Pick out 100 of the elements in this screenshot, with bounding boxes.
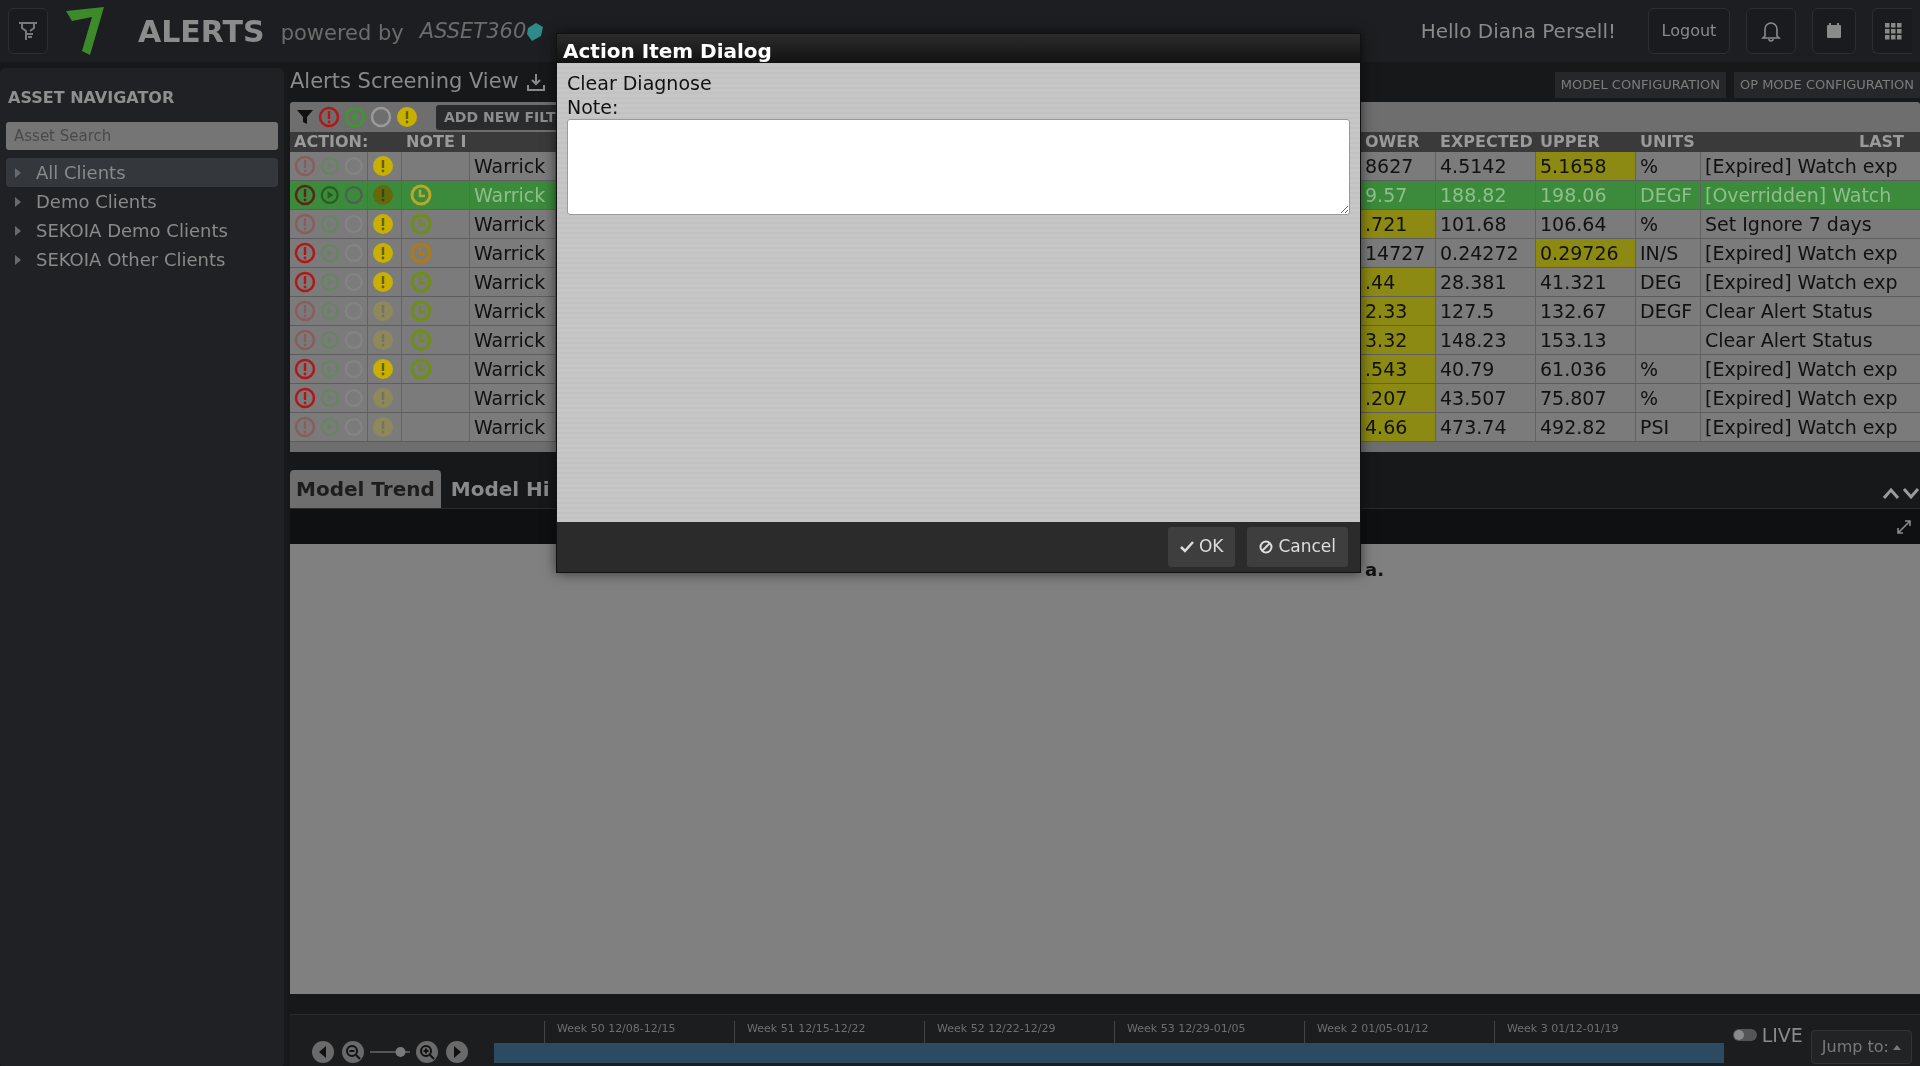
caret-icon bbox=[14, 253, 22, 266]
tree-item[interactable]: SEKOIA Other Clients bbox=[6, 245, 278, 274]
jump-to-dropdown[interactable]: Jump to: bbox=[1810, 1030, 1912, 1064]
play-icon[interactable] bbox=[344, 106, 366, 128]
table-cell: [Expired] Watch exp bbox=[1701, 413, 1920, 441]
table-cell: 153.13 bbox=[1536, 326, 1636, 354]
menu-button[interactable] bbox=[8, 8, 48, 54]
brand-logo-icon bbox=[526, 22, 545, 42]
download-icon[interactable] bbox=[526, 73, 545, 91]
zoom-out-icon bbox=[341, 1039, 365, 1064]
table-cell: Warrick bbox=[470, 355, 556, 383]
live-toggle[interactable] bbox=[1731, 1028, 1758, 1043]
table-cell: 0.24272 bbox=[1436, 239, 1536, 267]
table-cell: 5.1658 bbox=[1536, 152, 1636, 180]
table-cell: [Expired] Watch exp bbox=[1701, 355, 1920, 383]
warning-icon[interactable] bbox=[372, 387, 394, 409]
table-cell: DEGF bbox=[1636, 297, 1701, 325]
zoom-slider[interactable] bbox=[370, 1045, 410, 1058]
table-cell: .721 bbox=[1361, 210, 1436, 238]
table-cell: Warrick bbox=[470, 210, 556, 238]
table-cell: 41.321 bbox=[1536, 268, 1636, 296]
table-cell: Warrick bbox=[470, 181, 556, 209]
cancel-button[interactable]: Cancel bbox=[1247, 527, 1348, 567]
tree-item[interactable]: Demo Clients bbox=[6, 187, 278, 216]
table-cell: 61.036 bbox=[1536, 355, 1636, 383]
alert-icon[interactable] bbox=[294, 358, 316, 380]
timeline-bar[interactable] bbox=[494, 1043, 1724, 1063]
logout-button[interactable]: Logout bbox=[1648, 8, 1730, 54]
notifications-button[interactable] bbox=[1746, 8, 1796, 54]
table-cell: 188.82 bbox=[1436, 181, 1536, 209]
sidebar-title: ASSET NAVIGATOR bbox=[8, 87, 176, 109]
logo-icon bbox=[64, 5, 106, 57]
play-icon[interactable] bbox=[320, 184, 340, 206]
warning-icon[interactable] bbox=[372, 271, 394, 293]
note-field[interactable] bbox=[567, 119, 1350, 215]
warning-icon[interactable] bbox=[372, 242, 394, 264]
warning-icon[interactable] bbox=[372, 358, 394, 380]
circle-icon[interactable] bbox=[370, 106, 392, 128]
table-cell: DEGF bbox=[1636, 181, 1701, 209]
table-cell: 101.68 bbox=[1436, 210, 1536, 238]
apps-button[interactable] bbox=[1872, 8, 1912, 54]
table-cell: 473.74 bbox=[1436, 413, 1536, 441]
dialog-title: Action Item Dialog bbox=[557, 34, 1360, 63]
next-button[interactable] bbox=[444, 1038, 470, 1065]
alert-icon[interactable] bbox=[294, 387, 316, 409]
alert-icon[interactable] bbox=[294, 242, 316, 264]
table-cell: Clear Alert Status bbox=[1701, 297, 1920, 325]
collapse-expand-icon[interactable] bbox=[1882, 486, 1920, 500]
table-cell: % bbox=[1636, 152, 1701, 180]
warning-icon[interactable] bbox=[372, 155, 394, 177]
bell-icon bbox=[1761, 20, 1781, 42]
column-header: ACTION: bbox=[293, 132, 368, 152]
zoom-out-button[interactable] bbox=[340, 1038, 366, 1065]
previous-button[interactable] bbox=[310, 1038, 336, 1065]
greeting: Hello Diana Persell! bbox=[1420, 18, 1616, 45]
filter-icon[interactable] bbox=[296, 108, 314, 126]
table-cell: Warrick bbox=[470, 268, 556, 296]
table-cell: 127.5 bbox=[1436, 297, 1536, 325]
grid-icon bbox=[1883, 22, 1902, 40]
table-cell: 75.807 bbox=[1536, 384, 1636, 412]
warning-filter-icon[interactable] bbox=[396, 106, 418, 128]
alert-icon[interactable] bbox=[294, 184, 316, 206]
table-cell: Warrick bbox=[470, 297, 556, 325]
alert-icon[interactable] bbox=[294, 271, 316, 293]
zoom-in-icon bbox=[415, 1039, 439, 1064]
warning-icon[interactable] bbox=[372, 184, 394, 206]
tree-item[interactable]: SEKOIA Demo Clients bbox=[6, 216, 278, 245]
tab[interactable]: Model Hi bbox=[444, 470, 556, 508]
tab[interactable]: Model Trend bbox=[290, 470, 441, 508]
table-cell: [Expired] Watch exp bbox=[1701, 239, 1920, 267]
table-cell: 28.381 bbox=[1436, 268, 1536, 296]
caret-icon bbox=[14, 195, 22, 208]
table-cell: Set Ignore 7 days bbox=[1701, 210, 1920, 238]
column-header: NOTE I bbox=[405, 132, 468, 152]
warning-icon[interactable] bbox=[372, 329, 394, 351]
column-header: EXPECTED bbox=[1439, 132, 1534, 152]
warning-icon[interactable] bbox=[372, 300, 394, 322]
table-cell: [Expired] Watch exp bbox=[1701, 152, 1920, 180]
zoom-in-button[interactable] bbox=[414, 1038, 440, 1065]
calendar-button[interactable] bbox=[1812, 8, 1856, 54]
previous-icon bbox=[311, 1039, 335, 1064]
expand-icon[interactable] bbox=[1896, 518, 1912, 535]
circle-icon[interactable] bbox=[343, 184, 363, 206]
table-cell: 0.29726 bbox=[1536, 239, 1636, 267]
warning-icon[interactable] bbox=[372, 416, 394, 438]
table-cell: 4.5142 bbox=[1436, 152, 1536, 180]
config-button[interactable]: OP MODE CONFIGURATION bbox=[1733, 72, 1920, 98]
tree-item[interactable]: All Clients bbox=[6, 158, 278, 187]
filter-menu-icon bbox=[18, 20, 38, 42]
table-cell: Warrick bbox=[470, 239, 556, 267]
column-header: UPPER bbox=[1539, 132, 1601, 152]
cancel-icon bbox=[1259, 540, 1274, 554]
live-label: LIVE bbox=[1761, 1023, 1803, 1048]
config-button[interactable]: MODEL CONFIGURATION bbox=[1554, 72, 1726, 98]
warning-icon[interactable] bbox=[372, 213, 394, 235]
powered-by-text: powered by bbox=[280, 20, 404, 48]
table-cell: [Expired] Watch exp bbox=[1701, 268, 1920, 296]
next-icon bbox=[445, 1039, 469, 1064]
ok-button[interactable]: OK bbox=[1167, 527, 1236, 567]
table-cell: 14727 bbox=[1361, 239, 1436, 267]
